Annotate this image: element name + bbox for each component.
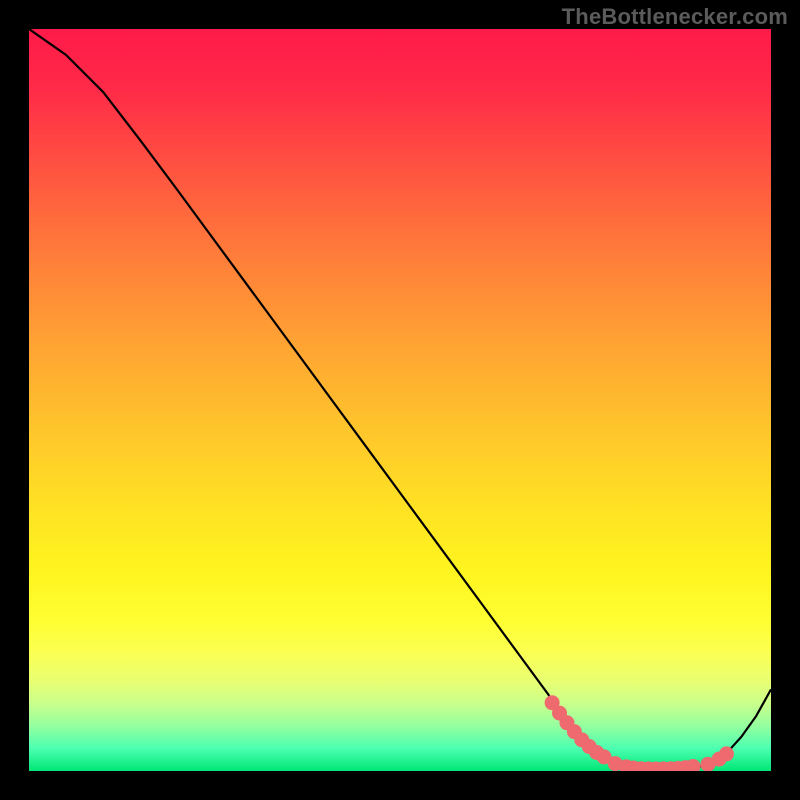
chart-svg [29,29,771,771]
curve-line [29,29,771,769]
chart-frame: TheBottlenecker.com [0,0,800,800]
curve-markers [545,695,734,771]
watermark-text: TheBottlenecker.com [562,4,788,30]
curve-marker [719,746,734,761]
chart-plot-area [29,29,771,771]
